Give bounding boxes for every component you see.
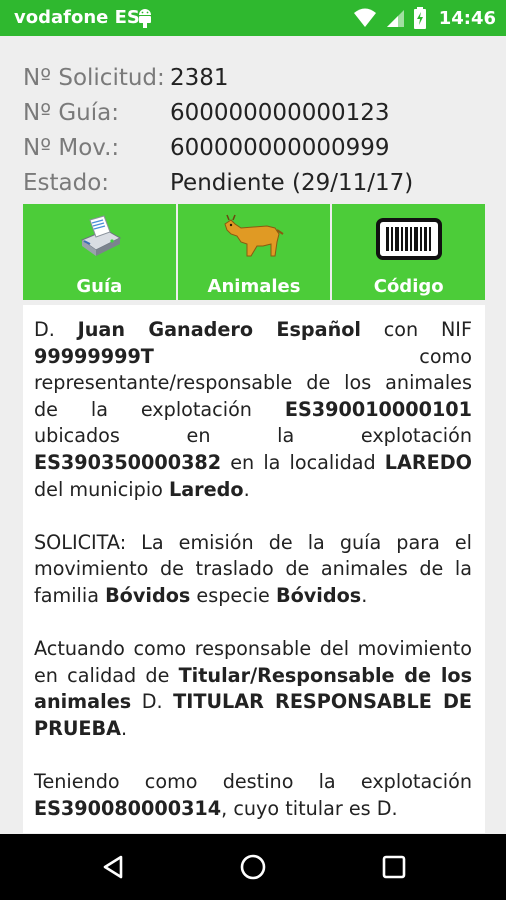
action-toolbar: Guía Animales Código	[23, 204, 486, 300]
text: con NIF	[361, 318, 472, 341]
home-button[interactable]	[235, 849, 271, 885]
text: especie	[190, 583, 276, 607]
barcode-icon	[375, 218, 442, 260]
applicant-name: Juan Ganadero Español	[77, 318, 362, 341]
recents-button[interactable]	[376, 849, 412, 885]
solicitud-row: Nº Solicitud: 2381	[23, 60, 493, 95]
nif-value: 99999999T	[34, 344, 154, 368]
animales-button-label: Animales	[207, 276, 301, 297]
paragraph-request: SOLICITA: La emisión de la guía para el …	[34, 530, 472, 610]
home-icon	[240, 854, 266, 880]
text: del municipio	[34, 477, 169, 501]
guia-label: Nº Guía:	[23, 99, 119, 126]
navigation-bar	[0, 834, 506, 900]
text: , cuyo titular es D.	[221, 796, 398, 820]
document-text: D. Juan Ganadero Español con NIF 9999999…	[23, 305, 485, 833]
back-button[interactable]	[95, 849, 131, 885]
paragraph-declarant: D. Juan Ganadero Español con NIF 9999999…	[34, 317, 472, 503]
clock: 14:46	[438, 7, 496, 29]
paragraph-destination: Teniendo como destino la explotación ES3…	[34, 769, 472, 822]
text: D.	[34, 318, 78, 341]
carrier-name: vodafone ES	[14, 7, 140, 28]
guia-value: 600000000000123	[170, 99, 390, 126]
status-icons: 14:46	[353, 6, 496, 30]
destination-farm-code: ES390080000314	[34, 796, 222, 820]
codigo-button[interactable]: Código	[332, 204, 486, 300]
mov-value: 600000000000999	[170, 134, 390, 161]
recents-icon	[382, 855, 406, 879]
text: D.	[131, 690, 174, 714]
location-farm-code: ES390350000382	[34, 450, 222, 474]
animales-button[interactable]: Animales	[177, 204, 331, 300]
animal-family: Bóvidos	[105, 583, 191, 607]
wifi-icon	[353, 8, 376, 27]
cow-icon	[224, 214, 284, 257]
status-bar: vodafone ES 14:46	[0, 0, 506, 36]
text: .	[243, 477, 250, 501]
text: en la localidad	[221, 450, 385, 474]
text: .	[361, 583, 368, 607]
mov-label: Nº Mov.:	[23, 134, 120, 161]
municipality: Laredo	[169, 477, 244, 501]
guia-button[interactable]: Guía	[23, 204, 176, 300]
paragraph-responsible: Actuando como responsable del movimiento…	[34, 636, 472, 742]
guia-row: Nº Guía: 600000000000123	[23, 95, 493, 130]
codigo-button-label: Código	[373, 276, 444, 297]
battery-charging-icon	[413, 7, 426, 29]
estado-label: Estado:	[23, 169, 110, 196]
text: ubicados en la explotación	[34, 424, 472, 448]
origin-farm-code: ES390010000101	[284, 397, 472, 421]
estado-row: Estado: Pendiente (29/11/17)	[23, 165, 493, 200]
guia-button-label: Guía	[76, 276, 123, 297]
text: .	[121, 716, 128, 740]
locality: LAREDO	[384, 450, 472, 474]
text: Teniendo como destino la explotación	[34, 770, 472, 794]
back-icon	[103, 855, 123, 879]
estado-value: Pendiente (29/11/17)	[170, 169, 414, 196]
animal-species: Bóvidos	[275, 583, 362, 607]
android-debug-icon	[139, 9, 151, 28]
mov-row: Nº Mov.: 600000000000999	[23, 130, 493, 165]
printer-icon	[81, 215, 122, 256]
signal-icon	[386, 10, 404, 27]
solicitud-label: Nº Solicitud:	[23, 64, 165, 91]
solicitud-value: 2381	[170, 64, 229, 91]
request-info: Nº Solicitud: 2381 Nº Guía: 600000000000…	[23, 60, 493, 200]
